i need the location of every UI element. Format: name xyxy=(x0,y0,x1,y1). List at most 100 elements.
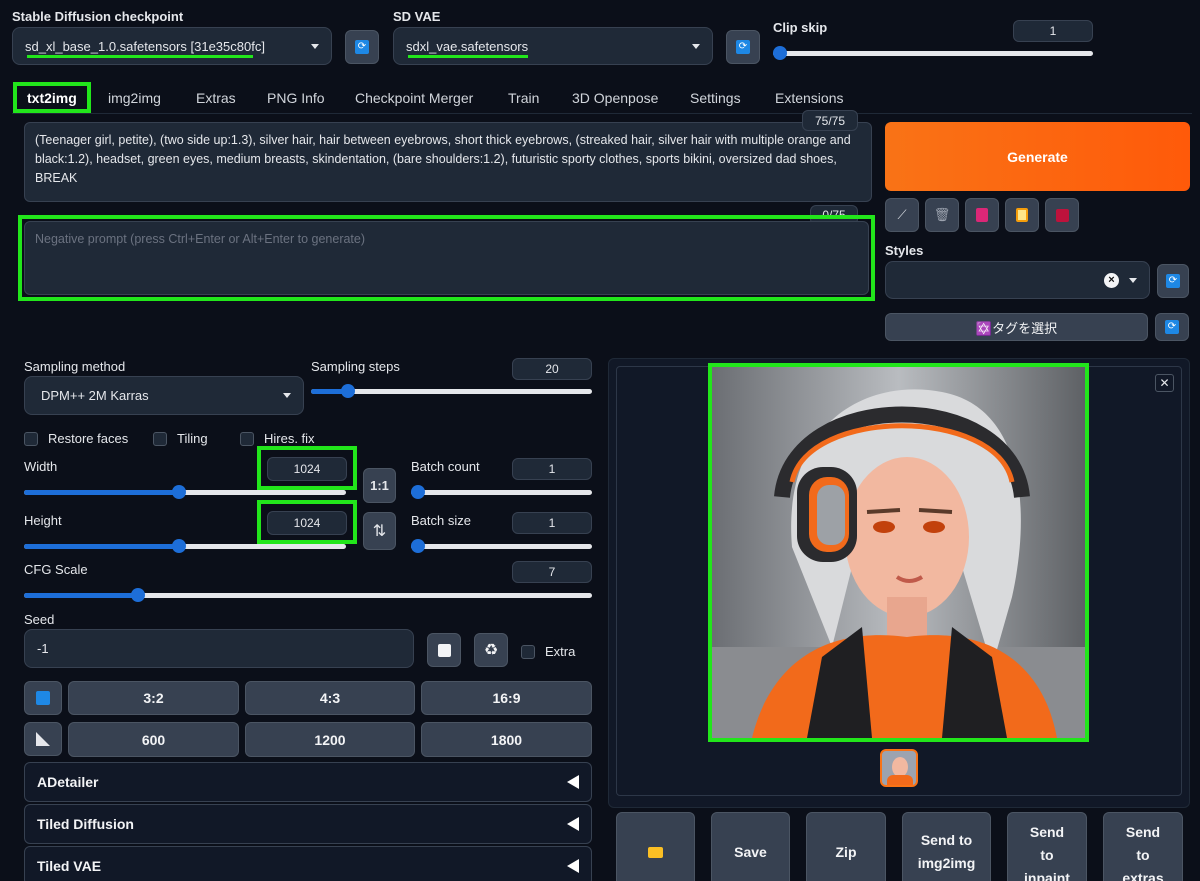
apply-style-button[interactable] xyxy=(1005,198,1039,232)
accordion-tiled-diffusion[interactable]: Tiled Diffusion xyxy=(24,804,592,844)
aspect-16-9-button[interactable]: 16:9 xyxy=(421,681,592,715)
sampling-method-value: DPM++ 2M Karras xyxy=(41,388,149,403)
batch-count-slider[interactable] xyxy=(411,482,592,502)
generate-button[interactable]: Generate xyxy=(885,122,1190,191)
tiling-label: Tiling xyxy=(177,431,208,446)
height-number[interactable]: 1024 xyxy=(267,511,347,535)
checkbox-box[interactable] xyxy=(240,431,254,446)
negative-prompt-textarea[interactable]: Negative prompt (press Ctrl+Enter or Alt… xyxy=(24,221,869,295)
sampling-steps-number[interactable]: 20 xyxy=(512,358,592,380)
checkbox-box[interactable] xyxy=(521,644,535,659)
accordion-tiled-vae[interactable]: Tiled VAE xyxy=(24,846,592,881)
refresh-checkpoint-button[interactable]: ⟳ xyxy=(345,30,379,64)
checkbox-box[interactable] xyxy=(153,431,167,446)
clear-prompt-button[interactable]: 🗑 xyxy=(925,198,959,232)
width-slider[interactable] xyxy=(24,482,346,502)
read-params-button[interactable]: ⟋ xyxy=(885,198,919,232)
ruler-triangle-icon xyxy=(36,732,50,746)
tab-extras[interactable]: Extras xyxy=(196,90,236,106)
cfg-scale-number[interactable]: 7 xyxy=(512,561,592,583)
swap-dimensions-button[interactable]: ⇅ xyxy=(363,512,396,550)
refresh-icon: ⟳ xyxy=(736,40,750,54)
extra-networks-button[interactable] xyxy=(965,198,999,232)
random-seed-button[interactable] xyxy=(427,633,461,667)
send-to-img2img-button[interactable]: Send to img2img xyxy=(902,812,991,881)
aspect-switch-button[interactable] xyxy=(24,681,62,715)
zip-label: Zip xyxy=(835,843,857,860)
send-to-inpaint-button[interactable]: Send to inpaint xyxy=(1007,812,1087,881)
refresh-styles-button[interactable]: ⟳ xyxy=(1157,264,1189,298)
recycle-icon: ♻ xyxy=(483,642,499,659)
collapse-triangle-icon xyxy=(567,775,579,789)
open-folder-button[interactable] xyxy=(616,812,695,881)
chevron-down-icon xyxy=(283,393,291,398)
sampling-steps-slider[interactable] xyxy=(311,381,592,401)
styles-dropdown[interactable]: × xyxy=(885,261,1150,299)
chevron-down-icon xyxy=(1129,277,1137,283)
tab-img2img[interactable]: img2img xyxy=(108,90,161,106)
sampling-method-dropdown[interactable]: DPM++ 2M Karras xyxy=(24,376,304,415)
res-1800-button[interactable]: 1800 xyxy=(421,722,592,757)
sampling-method-label: Sampling method xyxy=(24,359,126,374)
close-icon[interactable]: ✕ xyxy=(1155,374,1174,392)
seed-label: Seed xyxy=(24,612,55,627)
batch-size-slider[interactable] xyxy=(411,536,592,556)
restore-faces-checkbox[interactable]: Restore faces xyxy=(24,431,128,446)
send-to-extras-button[interactable]: Send to extras xyxy=(1103,812,1183,881)
save-button[interactable]: Save xyxy=(711,812,790,881)
res-600-button[interactable]: 600 xyxy=(68,722,239,757)
height-slider[interactable] xyxy=(24,536,346,556)
res-1200-button[interactable]: 1200 xyxy=(245,722,415,757)
tab-png-info[interactable]: PNG Info xyxy=(267,90,325,106)
prompt-textarea[interactable]: (Teenager girl, petite), (two side up:1.… xyxy=(24,122,872,202)
batch-count-label: Batch count xyxy=(411,459,480,474)
seed-input[interactable]: -1 xyxy=(24,629,414,668)
tiling-checkbox[interactable]: Tiling xyxy=(153,431,208,446)
extra-seed-checkbox[interactable]: Extra xyxy=(521,644,575,659)
tab-extensions[interactable]: Extensions xyxy=(775,90,843,106)
cfg-scale-label: CFG Scale xyxy=(24,562,88,577)
refresh-vae-button[interactable]: ⟳ xyxy=(726,30,760,64)
tab-settings[interactable]: Settings xyxy=(690,90,741,106)
select-tags-button[interactable]: ✡️タグを選択 xyxy=(885,313,1148,341)
save-style-button[interactable] xyxy=(1045,198,1079,232)
accordion-adetailer[interactable]: ADetailer xyxy=(24,762,592,802)
zip-button[interactable]: Zip xyxy=(806,812,886,881)
send-extras-line1: Send xyxy=(1125,824,1161,840)
clip-skip-number[interactable]: 1 xyxy=(1013,20,1093,42)
pencil-icon: ⟋ xyxy=(897,207,907,222)
extra-seed-label: Extra xyxy=(545,644,576,659)
thumbnail[interactable] xyxy=(880,749,918,787)
trash-icon: 🗑 xyxy=(933,207,951,222)
clear-icon[interactable]: × xyxy=(1104,272,1119,288)
checkpoint-value: sd_xl_base_1.0.safetensors [31e35c80fc] xyxy=(25,38,265,54)
reuse-seed-button[interactable]: ♻ xyxy=(474,633,508,667)
send-img2img-line1: Send to xyxy=(920,832,973,848)
batch-size-label: Batch size xyxy=(411,513,471,528)
rotate-icon xyxy=(36,691,50,705)
cfg-scale-slider[interactable] xyxy=(24,585,592,605)
generated-image[interactable] xyxy=(712,367,1085,738)
tab-checkpoint-merger[interactable]: Checkpoint Merger xyxy=(355,90,473,106)
resolution-switch-button[interactable] xyxy=(24,722,62,756)
tab-divider xyxy=(12,113,1192,114)
refresh-tags-button[interactable]: ⟳ xyxy=(1155,313,1189,341)
aspect-ratio-button[interactable]: 1:1 xyxy=(363,468,396,503)
aspect-4-3-button[interactable]: 4:3 xyxy=(245,681,415,715)
refresh-icon: ⟳ xyxy=(1165,320,1179,334)
hires-fix-checkbox[interactable]: Hires. fix xyxy=(240,431,315,446)
width-number[interactable]: 1024 xyxy=(267,457,347,481)
checkpoint-dropdown[interactable]: sd_xl_base_1.0.safetensors [31e35c80fc] xyxy=(12,27,332,65)
aspect-3-2-button[interactable]: 3:2 xyxy=(68,681,239,715)
tab-txt2img[interactable]: txt2img xyxy=(27,90,77,106)
batch-size-number[interactable]: 1 xyxy=(512,512,592,534)
clip-skip-slider[interactable] xyxy=(773,43,1093,63)
folder-icon xyxy=(648,846,663,858)
vae-value: sdxl_vae.safetensors xyxy=(406,38,529,54)
batch-count-number[interactable]: 1 xyxy=(512,458,592,480)
vae-dropdown[interactable]: sdxl_vae.safetensors xyxy=(393,27,713,65)
checkbox-box[interactable] xyxy=(24,431,38,446)
tab-train[interactable]: Train xyxy=(508,90,539,106)
tab-3d-openpose[interactable]: 3D Openpose xyxy=(572,90,658,106)
hires-fix-label: Hires. fix xyxy=(264,431,315,446)
